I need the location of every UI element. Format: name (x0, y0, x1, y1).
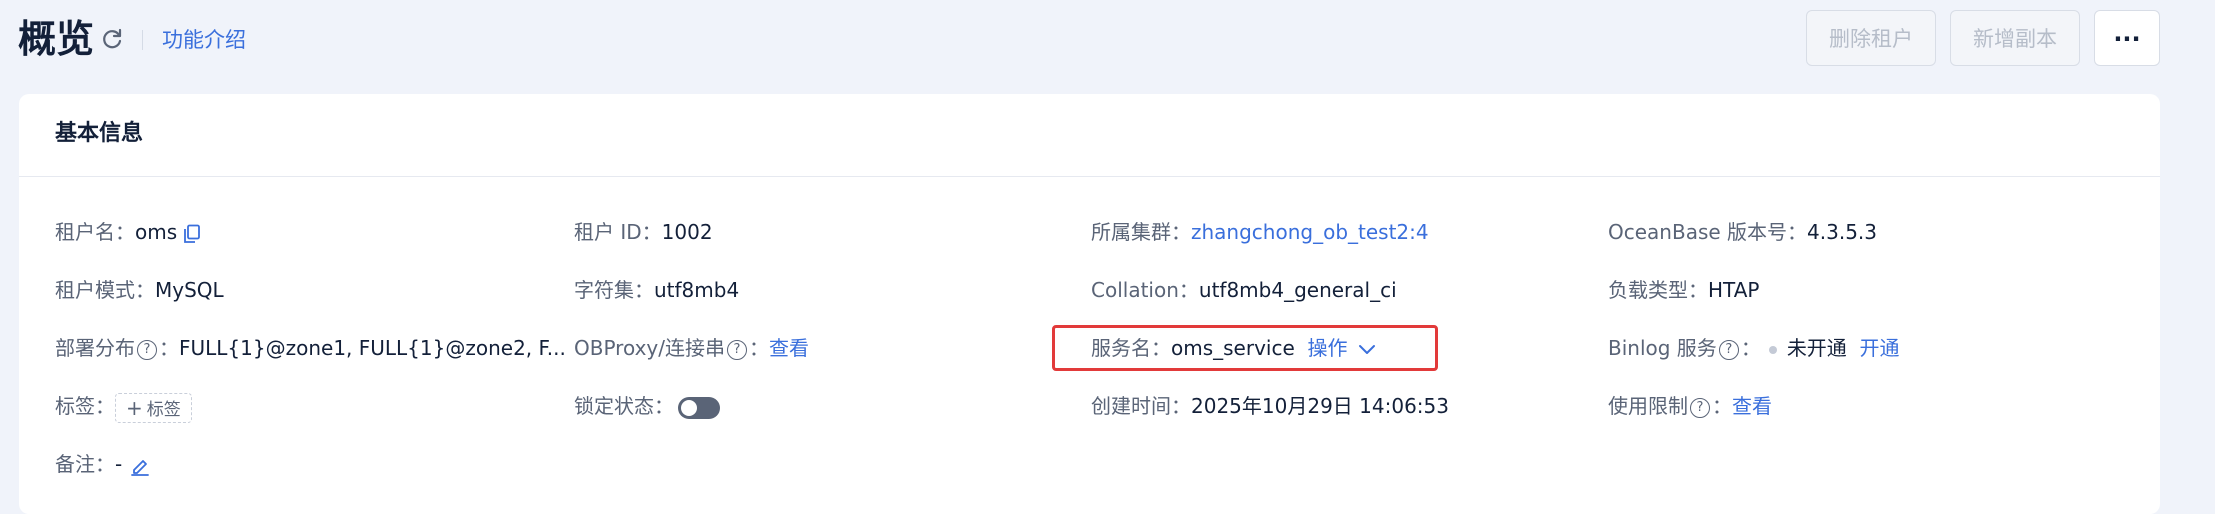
page-title: 概览 (18, 17, 95, 61)
field-obproxy: OBProxy/连接串? ：查看 (574, 332, 809, 364)
deployment-value: FULL{1}@zone1, FULL{1}@zone2, F... (179, 336, 566, 360)
tenant-name-label: 租户名： (55, 220, 135, 244)
remark-value: - (115, 452, 123, 476)
field-tenant-id: 租户 ID：1002 (574, 216, 713, 248)
feature-intro-link[interactable]: 功能介绍 (162, 24, 246, 56)
binlog-enable-link[interactable]: 开通 (1860, 336, 1900, 360)
tags-label: 标签： (55, 394, 115, 418)
add-replica-button[interactable]: 新增副本 (1950, 10, 2080, 66)
colon: ： (749, 336, 769, 360)
field-tags: 标签： + 标签 (55, 390, 192, 423)
obproxy-label: OBProxy/连接串 (574, 336, 725, 360)
plus-icon: + (126, 395, 143, 420)
edit-icon[interactable] (130, 456, 150, 476)
field-ob-version: OceanBase 版本号：4.3.5.3 (1608, 216, 1877, 248)
deployment-label: 部署分布 (55, 336, 135, 360)
field-cluster: 所属集群：zhangchong_ob_test2:4 (1091, 216, 1429, 248)
binlog-status: 未开通 (1786, 336, 1847, 360)
status-dot (1768, 345, 1777, 354)
obproxy-view-link[interactable]: 查看 (769, 336, 809, 360)
add-tag-button[interactable]: + 标签 (115, 392, 192, 423)
tenant-mode-label: 租户模式： (55, 278, 155, 302)
remark-label: 备注： (55, 452, 115, 476)
lock-toggle[interactable] (678, 396, 720, 419)
help-icon[interactable]: ? (137, 339, 157, 360)
tenant-name-value: oms (135, 220, 178, 244)
lock-status-label: 锁定状态： (574, 394, 674, 418)
field-usage-limit: 使用限制? ：查看 (1608, 390, 1772, 422)
card-title: 基本信息 (55, 121, 144, 146)
copy-icon[interactable] (183, 224, 201, 244)
field-tenant-name: 租户名：oms (55, 216, 201, 248)
add-tag-label: 标签 (146, 399, 181, 420)
binlog-label: Binlog 服务 (1608, 336, 1717, 360)
charset-label: 字符集： (574, 278, 654, 302)
help-icon[interactable]: ? (1690, 397, 1710, 418)
highlight-annotation-box (1052, 325, 1438, 371)
tenant-id-value: 1002 (661, 220, 713, 244)
field-lock-status: 锁定状态： (574, 390, 720, 422)
field-deployment: 部署分布? ：FULL{1}@zone1, FULL{1}@zone2, F... (55, 332, 566, 364)
field-charset: 字符集：utf8mb4 (574, 274, 739, 306)
cluster-link[interactable]: zhangchong_ob_test2:4 (1191, 220, 1429, 244)
ob-version-value: 4.3.5.3 (1807, 220, 1878, 244)
basic-info-card: 基本信息 租户名：oms 租户 ID：1002 所属集群：zhangchong_… (19, 94, 2160, 514)
card-separator (19, 176, 2160, 177)
help-icon[interactable]: ? (1718, 339, 1739, 360)
header-divider (142, 30, 143, 50)
field-created: 创建时间：2025年10月29日 14:06:53 (1091, 390, 1449, 422)
colon: ： (1740, 336, 1761, 360)
field-workload: 负载类型：HTAP (1608, 274, 1759, 306)
page-header: 概览 功能介绍 删除租户 新增副本 ··· (0, 0, 2215, 90)
created-label: 创建时间： (1091, 394, 1191, 418)
field-binlog: Binlog 服务?： 未开通 开通 (1608, 332, 1900, 364)
charset-value: utf8mb4 (654, 278, 740, 302)
collation-label: Collation： (1091, 278, 1199, 302)
tenant-id-label: 租户 ID： (574, 220, 662, 244)
cluster-label: 所属集群： (1091, 220, 1191, 244)
tenant-mode-value: MySQL (155, 278, 224, 302)
field-tenant-mode: 租户模式：MySQL (55, 274, 224, 306)
colon: ： (159, 336, 179, 360)
colon: ： (1712, 394, 1732, 418)
workload-value: HTAP (1708, 278, 1760, 302)
created-value: 2025年10月29日 14:06:53 (1191, 394, 1449, 418)
ob-version-label: OceanBase 版本号： (1608, 220, 1808, 244)
refresh-icon[interactable] (100, 27, 124, 51)
delete-tenant-button[interactable]: 删除租户 (1806, 10, 1936, 66)
toggle-knob (681, 399, 697, 416)
usage-limit-view-link[interactable]: 查看 (1732, 394, 1772, 418)
field-remark: 备注：- (55, 448, 150, 480)
workload-label: 负载类型： (1608, 278, 1708, 302)
more-actions-button[interactable]: ··· (2094, 10, 2160, 66)
usage-limit-label: 使用限制 (1608, 394, 1688, 418)
collation-value: utf8mb4_general_ci (1198, 278, 1397, 302)
field-collation: Collation：utf8mb4_general_ci (1091, 274, 1397, 306)
help-icon[interactable]: ? (727, 339, 747, 360)
